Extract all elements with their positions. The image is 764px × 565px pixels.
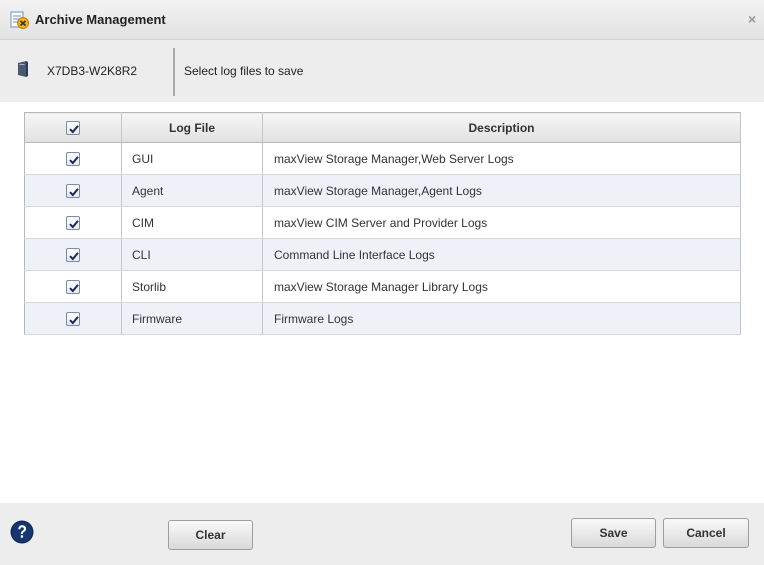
server-icon <box>17 60 29 78</box>
header-description[interactable]: Description <box>262 112 741 143</box>
archive-management-icon <box>10 11 30 29</box>
row-checkbox[interactable] <box>66 311 80 326</box>
table-row[interactable]: Storlib maxView Storage Manager Library … <box>24 270 741 303</box>
select-all-checkbox[interactable] <box>66 120 80 135</box>
row-checkbox-cell <box>24 302 122 335</box>
save-button[interactable]: Save <box>571 518 656 548</box>
description-cell: maxView Storage Manager,Web Server Logs <box>262 142 741 175</box>
log-file-cell: GUI <box>121 142 263 175</box>
server-name: X7DB3-W2K8R2 <box>47 64 138 78</box>
dialog-title: Archive Management <box>35 12 166 27</box>
table-row[interactable]: CLI Command Line Interface Logs <box>24 238 741 271</box>
info-bar: X7DB3-W2K8R2 Select log files to save <box>0 40 764 102</box>
instruction-text: Select log files to save <box>184 64 304 78</box>
table-row[interactable]: CIM maxView CIM Server and Provider Logs <box>24 206 741 239</box>
cancel-button[interactable]: Cancel <box>663 518 749 548</box>
log-file-cell: CIM <box>121 206 263 239</box>
description-cell: Firmware Logs <box>262 302 741 335</box>
row-checkbox[interactable] <box>66 279 80 294</box>
log-files-table: Log File Description GUI maxView Storage… <box>24 112 741 335</box>
row-checkbox-cell <box>24 238 122 271</box>
table-row[interactable]: Agent maxView Storage Manager,Agent Logs <box>24 174 741 207</box>
table-row[interactable]: Firmware Firmware Logs <box>24 302 741 335</box>
log-file-cell: Agent <box>121 174 263 207</box>
row-checkbox-cell <box>24 270 122 303</box>
log-file-cell: Firmware <box>121 302 263 335</box>
description-cell: maxView CIM Server and Provider Logs <box>262 206 741 239</box>
header-select-all <box>24 112 122 143</box>
row-checkbox[interactable] <box>66 151 80 166</box>
log-file-cell: Storlib <box>121 270 263 303</box>
info-divider <box>173 48 175 96</box>
dialog-titlebar: Archive Management × <box>0 0 764 40</box>
row-checkbox[interactable] <box>66 183 80 198</box>
table-header-row: Log File Description <box>24 112 741 143</box>
dialog-footer: Clear Save Cancel <box>0 503 764 565</box>
description-cell: maxView Storage Manager Library Logs <box>262 270 741 303</box>
table-row[interactable]: GUI maxView Storage Manager,Web Server L… <box>24 142 741 175</box>
description-cell: maxView Storage Manager,Agent Logs <box>262 174 741 207</box>
row-checkbox-cell <box>24 174 122 207</box>
row-checkbox-cell <box>24 206 122 239</box>
row-checkbox[interactable] <box>66 215 80 230</box>
log-file-cell: CLI <box>121 238 263 271</box>
clear-button[interactable]: Clear <box>168 520 253 550</box>
description-cell: Command Line Interface Logs <box>262 238 741 271</box>
close-button[interactable]: × <box>748 10 764 28</box>
row-checkbox-cell <box>24 142 122 175</box>
header-log-file[interactable]: Log File <box>121 112 263 143</box>
row-checkbox[interactable] <box>66 247 80 262</box>
help-icon[interactable] <box>10 520 34 544</box>
archive-management-dialog: Archive Management × X7DB3-W2K8R2 Select… <box>0 0 764 565</box>
